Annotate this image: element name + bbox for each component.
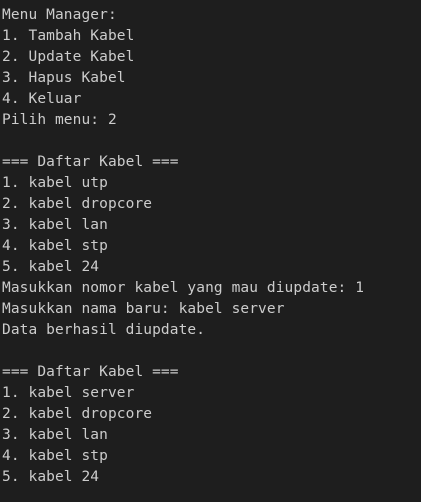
update-result: Data berhasil diupdate. (2, 322, 206, 338)
menu-title: Menu Manager: (2, 7, 117, 23)
menu-item-keluar: 4. Keluar (2, 91, 82, 107)
list-after-item: 3. kabel lan (2, 427, 108, 443)
list-before-header: === Daftar Kabel === (2, 154, 179, 170)
menu-item-hapus: 3. Hapus Kabel (2, 70, 126, 86)
menu-prompt: Pilih menu: 2 (2, 112, 117, 128)
list-before-item: 5. kabel 24 (2, 259, 100, 275)
list-after-item: 2. kabel dropcore (2, 406, 153, 422)
list-after-item: 1. kabel server (2, 385, 135, 401)
list-after-header: === Daftar Kabel === (2, 364, 179, 380)
list-after-item: 4. kabel stp (2, 448, 108, 464)
terminal-output[interactable]: Menu Manager: 1. Tambah Kabel 2. Update … (0, 0, 421, 502)
menu-item-tambah: 1. Tambah Kabel (2, 28, 135, 44)
list-after-item: 5. kabel 24 (2, 469, 100, 485)
update-number-prompt: Masukkan nomor kabel yang mau diupdate: … (2, 280, 365, 296)
update-name-prompt: Masukkan nama baru: kabel server (2, 301, 285, 317)
list-before-item: 1. kabel utp (2, 175, 108, 191)
list-before-item: 3. kabel lan (2, 217, 108, 233)
menu-item-update: 2. Update Kabel (2, 49, 135, 65)
list-before-item: 2. kabel dropcore (2, 196, 153, 212)
list-before-item: 4. kabel stp (2, 238, 108, 254)
